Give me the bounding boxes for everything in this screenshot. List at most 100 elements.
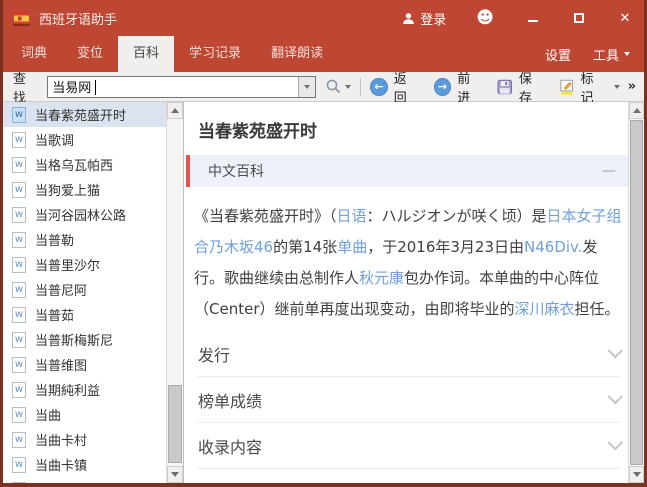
mark-button[interactable]: 标记	[559, 68, 606, 106]
app-icon-spanish-flag-book	[13, 11, 30, 26]
entry-list: w 当春紫苑盛开时 w 当歌调 w 当格乌瓦帕西 w 当狗爱上猫 w 当河谷园林…	[3, 102, 167, 483]
entry-label: 当普茹	[35, 305, 74, 324]
wiki-doc-icon: w	[12, 482, 26, 484]
settings-button[interactable]: 设置	[545, 45, 571, 64]
wiki-doc-icon: w	[12, 357, 26, 373]
wiki-doc-icon: w	[12, 332, 26, 348]
list-item[interactable]: w 当春紫苑盛开时	[3, 102, 167, 127]
article-text: 担任。	[575, 300, 620, 318]
list-item[interactable]: w 当惹雍错	[3, 477, 167, 483]
menu-tab-label: 学习记录	[189, 46, 241, 61]
menu-tab[interactable]: 学习记录	[174, 36, 256, 72]
collapsible-section-row[interactable]: 发行	[198, 331, 620, 377]
list-item[interactable]: w 当普里沙尔	[3, 252, 167, 277]
article-text: 《当春紫苑盛开时》（	[194, 207, 337, 225]
back-button[interactable]: ← 返回	[370, 68, 419, 106]
menu-tab[interactable]: 翻译朗读	[256, 36, 338, 72]
list-item[interactable]: w 当普尼阿	[3, 277, 167, 302]
mark-dropdown-button[interactable]	[614, 85, 620, 89]
entry-label: 当歌调	[35, 130, 74, 149]
list-item[interactable]: w 当河谷园林公路	[3, 202, 167, 227]
section-list: 发行 榜单成绩 收录内容	[198, 331, 620, 469]
tools-label: 工具	[593, 45, 619, 64]
entry-label: 当狗爱上猫	[35, 180, 100, 199]
article-text: ：ハルジオンが咲く顷）是	[367, 207, 547, 225]
scrollbar-thumb[interactable]	[630, 120, 643, 465]
titlebar-controls: 登录 ☻ ✕	[402, 9, 632, 28]
list-item[interactable]: w 当格乌瓦帕西	[3, 152, 167, 177]
toolbar-overflow-button[interactable]: »	[628, 79, 636, 94]
chevron-down-icon	[608, 343, 624, 359]
scroll-up-button[interactable]	[629, 102, 644, 119]
collapsible-section-row[interactable]: 榜单成绩	[198, 377, 620, 423]
scroll-down-button[interactable]	[629, 466, 644, 483]
search-input[interactable]	[48, 77, 298, 97]
triangle-up-icon	[633, 108, 641, 113]
chevron-down-icon	[608, 389, 624, 405]
close-button[interactable]: ✕	[618, 10, 632, 26]
article-link[interactable]: 日语	[337, 207, 367, 225]
search-history-dropdown-button[interactable]	[298, 77, 315, 97]
main-area: w 当春紫苑盛开时 w 当歌调 w 当格乌瓦帕西 w 当狗爱上猫 w 当河谷园林…	[3, 102, 644, 483]
chevron-down-icon	[304, 85, 310, 89]
section-row-label: 发行	[198, 342, 230, 366]
scroll-down-button[interactable]	[167, 466, 183, 483]
article-link[interactable]: 秋元康	[359, 269, 404, 287]
section-header-label: 中文百科	[208, 161, 264, 181]
list-item[interactable]: w 当普维图	[3, 352, 167, 377]
mark-label: 标记	[580, 68, 605, 106]
section-header-chinese-wiki[interactable]: 中文百科 —	[186, 155, 636, 187]
menu-tab[interactable]: 百科	[118, 36, 174, 72]
chevron-down-icon	[624, 52, 630, 56]
article-link[interactable]: 单曲	[337, 238, 367, 256]
feedback-smiley-icon[interactable]: ☻	[476, 10, 494, 27]
triangle-down-icon	[171, 472, 179, 477]
entry-label: 当普斯梅斯尼	[35, 330, 113, 349]
collapsible-section-row[interactable]: 收录内容	[198, 423, 620, 469]
save-button[interactable]: 保存	[497, 68, 544, 106]
toolbar: 查找 ← 返回 → 前进	[3, 72, 644, 102]
wiki-doc-icon: w	[12, 157, 26, 173]
menubar: 词典 变位 百科 学习记录 翻译朗读 设置 工具	[3, 36, 644, 72]
wiki-doc-icon: w	[12, 282, 26, 298]
collapse-icon[interactable]: —	[602, 163, 616, 179]
article-link[interactable]: N46Div.	[524, 238, 583, 256]
list-item[interactable]: w 当曲卡村	[3, 427, 167, 452]
article-link[interactable]: 深川麻衣	[515, 300, 575, 318]
list-item[interactable]: w 当普斯梅斯尼	[3, 327, 167, 352]
list-item[interactable]: w 当狗爱上猫	[3, 177, 167, 202]
list-item[interactable]: w 当普勒	[3, 227, 167, 252]
entry-label: 当曲卡镇	[35, 455, 87, 474]
list-item[interactable]: w 当曲	[3, 402, 167, 427]
search-button[interactable]	[325, 78, 351, 95]
section-row-label: 收录内容	[198, 434, 262, 458]
wiki-doc-icon: w	[12, 207, 26, 223]
maximize-button[interactable]	[572, 10, 586, 26]
list-item[interactable]: w 当歌调	[3, 127, 167, 152]
menu-tabs: 词典 变位 百科 学习记录 翻译朗读	[3, 36, 338, 72]
entry-label: 当惹雍错	[35, 480, 87, 483]
menu-tab[interactable]: 变位	[62, 36, 118, 72]
list-item[interactable]: w 当期純利益	[3, 377, 167, 402]
sidebar-scrollbar[interactable]	[166, 102, 183, 483]
forward-button[interactable]: → 前进	[434, 68, 483, 106]
scroll-up-button[interactable]	[167, 102, 183, 119]
wiki-doc-icon: w	[12, 307, 26, 323]
login-button[interactable]: 登录	[402, 9, 446, 28]
entry-label: 当曲	[35, 405, 61, 424]
list-item[interactable]: w 当普茹	[3, 302, 167, 327]
minimize-button[interactable]	[526, 10, 540, 26]
minimize-icon	[528, 20, 538, 22]
scrollbar-thumb[interactable]	[168, 385, 182, 463]
sidebar: w 当春紫苑盛开时 w 当歌调 w 当格乌瓦帕西 w 当狗爱上猫 w 当河谷园林…	[3, 102, 184, 483]
chevron-down-icon	[345, 85, 351, 89]
entry-label: 当普勒	[35, 230, 74, 249]
back-arrow-icon: ←	[370, 78, 387, 96]
window-title: 西班牙语助手	[39, 9, 117, 28]
list-item[interactable]: w 当曲卡镇	[3, 452, 167, 477]
content-scrollbar[interactable]	[628, 102, 644, 483]
maximize-icon	[574, 13, 584, 23]
tools-button[interactable]: 工具	[593, 45, 630, 64]
search-icon	[325, 78, 342, 95]
article-text: ，于2016年3月23日由	[367, 238, 524, 256]
